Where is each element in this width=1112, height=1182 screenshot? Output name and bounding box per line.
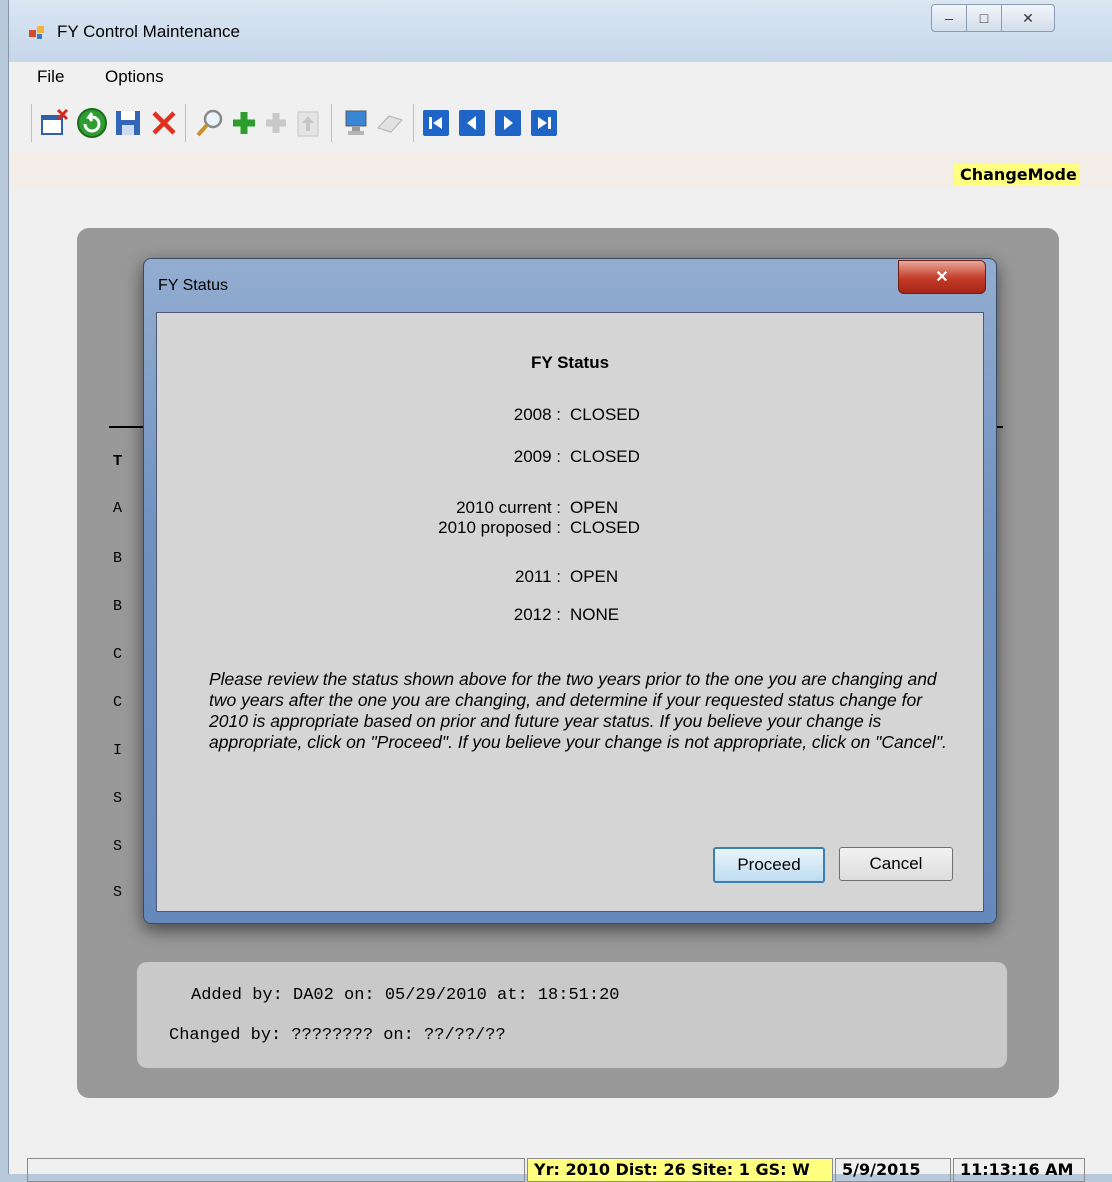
year-label: 2011 : <box>514 567 561 586</box>
audit-info-box: Added by: DA02 on: 05/29/2010 at: 18:51:… <box>137 962 1007 1068</box>
column-header-fragment: T <box>113 452 123 469</box>
status-time: 11:13:16 AM <box>953 1158 1085 1182</box>
computer-icon <box>345 110 367 135</box>
first-record-icon <box>423 110 449 136</box>
prev-record-icon <box>459 110 485 136</box>
toolbar-separator <box>185 104 186 142</box>
undo-green-icon <box>77 108 107 138</box>
save-button[interactable] <box>111 106 145 140</box>
list-item-fragment: I <box>113 742 123 759</box>
save-icon <box>116 111 140 135</box>
cancel-button[interactable]: Cancel <box>839 847 953 881</box>
next-record-button[interactable] <box>491 106 525 140</box>
undo-button[interactable] <box>75 106 109 140</box>
year-status: OPEN <box>570 567 619 586</box>
menu-options[interactable]: Options <box>105 67 164 87</box>
list-item-fragment: B <box>113 550 123 567</box>
year-label: 2010 proposed : <box>438 518 561 537</box>
last-record-icon <box>531 110 557 136</box>
mode-strip <box>9 152 1112 188</box>
list-item-fragment: S <box>113 790 123 807</box>
toolbar <box>9 92 1112 152</box>
menu-bar: File Options <box>9 62 1112 92</box>
minimize-button[interactable]: – <box>931 4 967 32</box>
list-item-fragment: B <box>113 598 123 615</box>
list-item-fragment: S <box>113 838 123 855</box>
add-plus-icon <box>233 112 255 134</box>
find-button[interactable] <box>193 106 227 140</box>
status-message-cell <box>27 1158 525 1182</box>
add-button[interactable] <box>227 106 261 140</box>
dialog-close-button[interactable]: ✕ <box>898 260 986 294</box>
year-label: 2008 : <box>513 405 561 424</box>
toolbar-separator <box>413 104 414 142</box>
close-icon: ✕ <box>1022 9 1034 26</box>
exit-window-icon <box>41 108 69 135</box>
toolbar-separator <box>331 104 332 142</box>
add-disabled-button[interactable] <box>259 106 293 140</box>
year-status: OPEN <box>570 498 619 517</box>
status-date: 5/9/2015 <box>835 1158 951 1182</box>
dialog-body: FY Status 2008 : CLOSED 2009 : CLOSED 20… <box>156 312 984 912</box>
year-label: 2009 : <box>513 447 561 466</box>
last-record-button[interactable] <box>527 106 561 140</box>
toolbar-grip <box>31 104 32 142</box>
close-icon: ✕ <box>935 269 949 286</box>
year-status: CLOSED <box>570 405 640 424</box>
added-by-text: Added by: DA02 on: 05/29/2010 at: 18:51:… <box>191 986 620 1005</box>
move-up-button[interactable] <box>291 106 325 140</box>
list-item-fragment: S <box>113 884 123 901</box>
dialog-title: FY Status <box>158 277 228 294</box>
exit-button[interactable] <box>37 106 71 140</box>
app-icon <box>29 26 44 39</box>
fy-status-dialog: FY Status ✕ FY Status 2008 : CLOSED 2009… <box>143 258 997 924</box>
window-title: FY Control Maintenance <box>57 22 241 41</box>
eraser-icon <box>377 115 403 133</box>
status-context: Yr: 2010 Dist: 26 Site: 1 GS: W <box>527 1158 833 1182</box>
review-instructions: Please review the status shown above for… <box>209 669 947 752</box>
year-status: CLOSED <box>570 518 640 537</box>
delete-x-icon <box>152 111 176 135</box>
computer-button[interactable] <box>339 106 373 140</box>
find-magnifier-icon <box>196 109 223 137</box>
year-label: 2012 : <box>513 605 561 624</box>
year-label: 2010 current : <box>456 498 561 517</box>
year-status: CLOSED <box>570 447 640 466</box>
dialog-heading: FY Status <box>530 353 610 372</box>
add-disabled-icon <box>266 113 286 133</box>
delete-button[interactable] <box>147 106 181 140</box>
list-item-fragment: C <box>113 694 123 711</box>
maximize-button[interactable]: □ <box>966 4 1002 32</box>
close-button[interactable]: ✕ <box>1001 4 1055 32</box>
title-bar[interactable]: FY Control Maintenance – □ ✕ <box>9 0 1112 62</box>
maximize-icon: □ <box>979 10 989 26</box>
minimize-icon: – <box>945 10 953 26</box>
eraser-button[interactable] <box>373 106 407 140</box>
menu-file[interactable]: File <box>37 67 64 87</box>
move-up-disabled-icon <box>297 111 319 137</box>
prev-record-button[interactable] <box>455 106 489 140</box>
first-record-button[interactable] <box>419 106 453 140</box>
list-item-fragment: A <box>113 500 123 517</box>
next-record-icon <box>495 110 521 136</box>
change-mode-badge: ChangeMode <box>954 164 1079 186</box>
form-divider <box>109 426 147 428</box>
list-item-fragment: C <box>113 646 123 663</box>
year-status: NONE <box>570 605 620 624</box>
changed-by-text: Changed by: ???????? on: ??/??/?? <box>169 1026 506 1045</box>
proceed-button[interactable]: Proceed <box>713 847 825 883</box>
